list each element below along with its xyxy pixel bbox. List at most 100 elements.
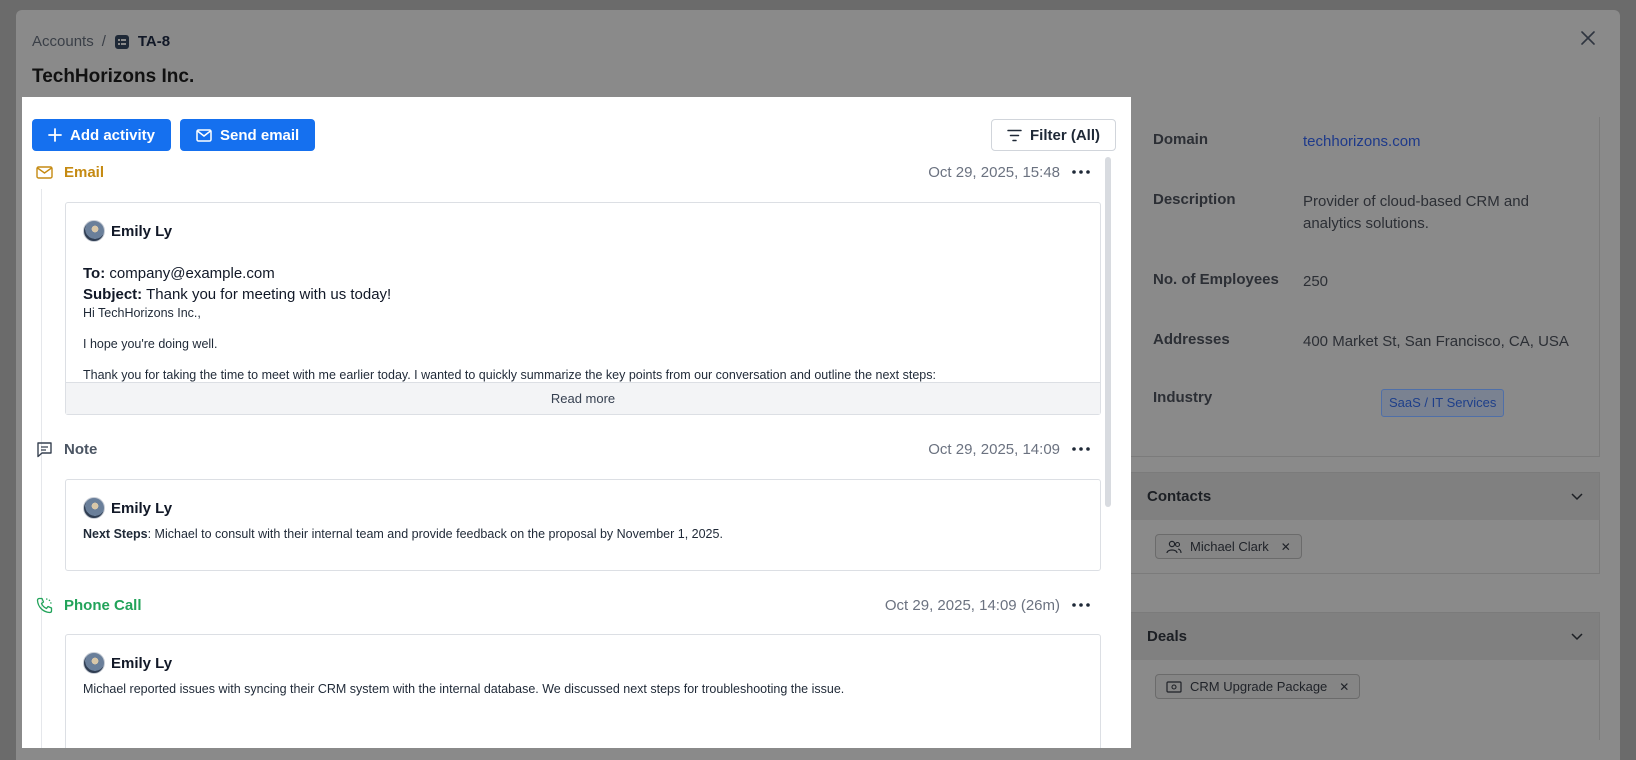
breadcrumb: Accounts / TA-8 — [32, 33, 170, 50]
avatar — [83, 220, 105, 242]
scrollbar[interactable] — [1105, 157, 1111, 507]
note-text: Next Steps: Michael to consult with thei… — [83, 527, 723, 541]
field-value: Provider of cloud-based CRM and analytic… — [1303, 193, 1529, 232]
email-body-line: Thank you for taking the time to meet wi… — [83, 368, 936, 382]
field-addresses: Addresses 400 Market St, San Francisco, … — [1153, 331, 1573, 353]
industry-value-wrap: SaaS / IT Services — [1303, 389, 1573, 417]
note-icon — [34, 439, 54, 459]
remove-icon[interactable]: ✕ — [1281, 540, 1291, 554]
activity-panel: Add activity Send email Filter (All) Ema… — [22, 97, 1131, 748]
breadcrumb-current: TA-8 — [137, 33, 171, 50]
field-employees: No. of Employees 250 — [1153, 271, 1573, 293]
author: Emily Ly — [83, 652, 172, 674]
author-name: Emily Ly — [111, 654, 173, 672]
domain-link[interactable]: techhorizons.com — [1303, 131, 1573, 153]
close-button[interactable] — [1578, 28, 1598, 48]
activity-timestamp: Oct 29, 2025, 14:09 (26m) — [884, 596, 1060, 614]
chevron-down-icon — [1571, 632, 1583, 640]
contacts-header[interactable]: Contacts — [1131, 473, 1599, 520]
industry-tag[interactable]: SaaS / IT Services — [1381, 389, 1505, 417]
remove-icon[interactable]: ✕ — [1339, 680, 1349, 694]
breadcrumb-accounts-link[interactable]: Accounts — [32, 33, 94, 50]
avatar — [83, 652, 105, 674]
mail-icon — [196, 128, 212, 142]
deal-chip[interactable]: CRM Upgrade Package ✕ — [1155, 674, 1361, 699]
avatar — [83, 497, 105, 519]
add-activity-button[interactable]: Add activity — [32, 119, 172, 151]
more-options-button[interactable] — [1070, 170, 1092, 174]
timeline-line — [41, 189, 42, 748]
filter-label: Filter (All) — [1030, 126, 1100, 144]
note-body: : Michael to consult with their internal… — [147, 527, 723, 541]
contact-chip[interactable]: Michael Clark ✕ — [1155, 534, 1302, 559]
close-icon — [1581, 31, 1595, 45]
field-value: 250 — [1303, 273, 1329, 290]
send-email-button[interactable]: Send email — [180, 119, 316, 151]
plus-icon — [48, 128, 62, 142]
author: Emily Ly — [83, 220, 172, 242]
author-name: Emily Ly — [111, 222, 173, 240]
deals-section: Deals CRM Upgrade Package ✕ — [1130, 612, 1600, 740]
contacts-section: Contacts Michael Clark ✕ — [1130, 472, 1600, 574]
call-text: Michael reported issues with syncing the… — [83, 682, 845, 696]
phone-icon — [34, 595, 54, 615]
filter-button[interactable]: Filter (All) — [991, 119, 1116, 151]
deals-title: Deals — [1147, 628, 1188, 645]
deals-body: CRM Upgrade Package ✕ — [1131, 660, 1599, 713]
field-label: No. of Employees — [1153, 271, 1279, 288]
field-value: 400 Market St, San Francisco, CA, USA — [1303, 333, 1569, 350]
filter-icon — [1007, 129, 1022, 141]
activity-type: Email — [64, 163, 105, 181]
page-title: TechHorizons Inc. — [32, 66, 195, 87]
field-domain: Domain techhorizons.com — [1153, 131, 1573, 153]
email-card: Emily Ly To: company@example.com Subject… — [65, 202, 1101, 415]
more-options-button[interactable] — [1070, 447, 1092, 451]
field-label: Industry — [1153, 389, 1213, 406]
note-label: Next Steps — [83, 527, 148, 541]
email-subject-line: Subject: Thank you for meeting with us t… — [83, 286, 391, 303]
more-options-button[interactable] — [1070, 603, 1092, 607]
field-label: Description — [1153, 191, 1236, 208]
email-to-line: To: company@example.com — [83, 265, 275, 282]
activity-timestamp: Oct 29, 2025, 14:09 — [928, 440, 1060, 458]
call-card: Emily Ly Michael reported issues with sy… — [65, 634, 1101, 748]
ellipsis-icon — [1072, 603, 1090, 607]
ellipsis-icon — [1072, 447, 1090, 451]
contacts-body: Michael Clark ✕ — [1131, 520, 1599, 573]
contacts-title: Contacts — [1147, 488, 1212, 505]
subject-label: Subject: — [83, 286, 143, 303]
activity-toolbar: Add activity Send email — [32, 119, 316, 151]
field-description: Description Provider of cloud-based CRM … — [1153, 191, 1573, 235]
activity-header-note: Note Oct 29, 2025, 14:09 — [34, 437, 1092, 461]
field-label: Domain — [1153, 131, 1209, 148]
breadcrumb-separator: / — [101, 33, 106, 50]
details-panel: Domain techhorizons.com Description Prov… — [1130, 117, 1600, 457]
deals-header[interactable]: Deals — [1131, 613, 1599, 660]
activity-type: Phone Call — [64, 596, 142, 614]
author: Emily Ly — [83, 497, 172, 519]
read-more-button[interactable]: Read more — [66, 382, 1100, 414]
document-icon — [114, 34, 130, 50]
mail-icon — [34, 162, 54, 182]
activity-timestamp: Oct 29, 2025, 15:48 — [928, 163, 1060, 181]
field-label: Addresses — [1153, 331, 1230, 348]
note-card: Emily Ly Next Steps: Michael to consult … — [65, 479, 1101, 571]
send-email-label: Send email — [220, 126, 300, 144]
contact-chip-label: Michael Clark — [1190, 539, 1269, 554]
email-body-line: I hope you're doing well. — [83, 337, 218, 351]
add-activity-label: Add activity — [70, 126, 156, 144]
banknote-icon — [1166, 680, 1182, 693]
users-icon — [1166, 540, 1182, 553]
chevron-down-icon — [1571, 492, 1583, 500]
to-value: company@example.com — [109, 265, 275, 282]
deal-chip-label: CRM Upgrade Package — [1190, 679, 1328, 694]
field-industry: Industry SaaS / IT Services — [1153, 389, 1573, 417]
email-greeting: Hi TechHorizons Inc., — [83, 306, 201, 320]
author-name: Emily Ly — [111, 499, 173, 517]
activity-header-email: Email Oct 29, 2025, 15:48 — [34, 160, 1092, 184]
activity-type: Note — [64, 440, 98, 458]
to-label: To: — [83, 265, 106, 282]
activity-header-call: Phone Call Oct 29, 2025, 14:09 (26m) — [34, 593, 1092, 617]
ellipsis-icon — [1072, 170, 1090, 174]
subject-value: Thank you for meeting with us today! — [146, 286, 392, 303]
